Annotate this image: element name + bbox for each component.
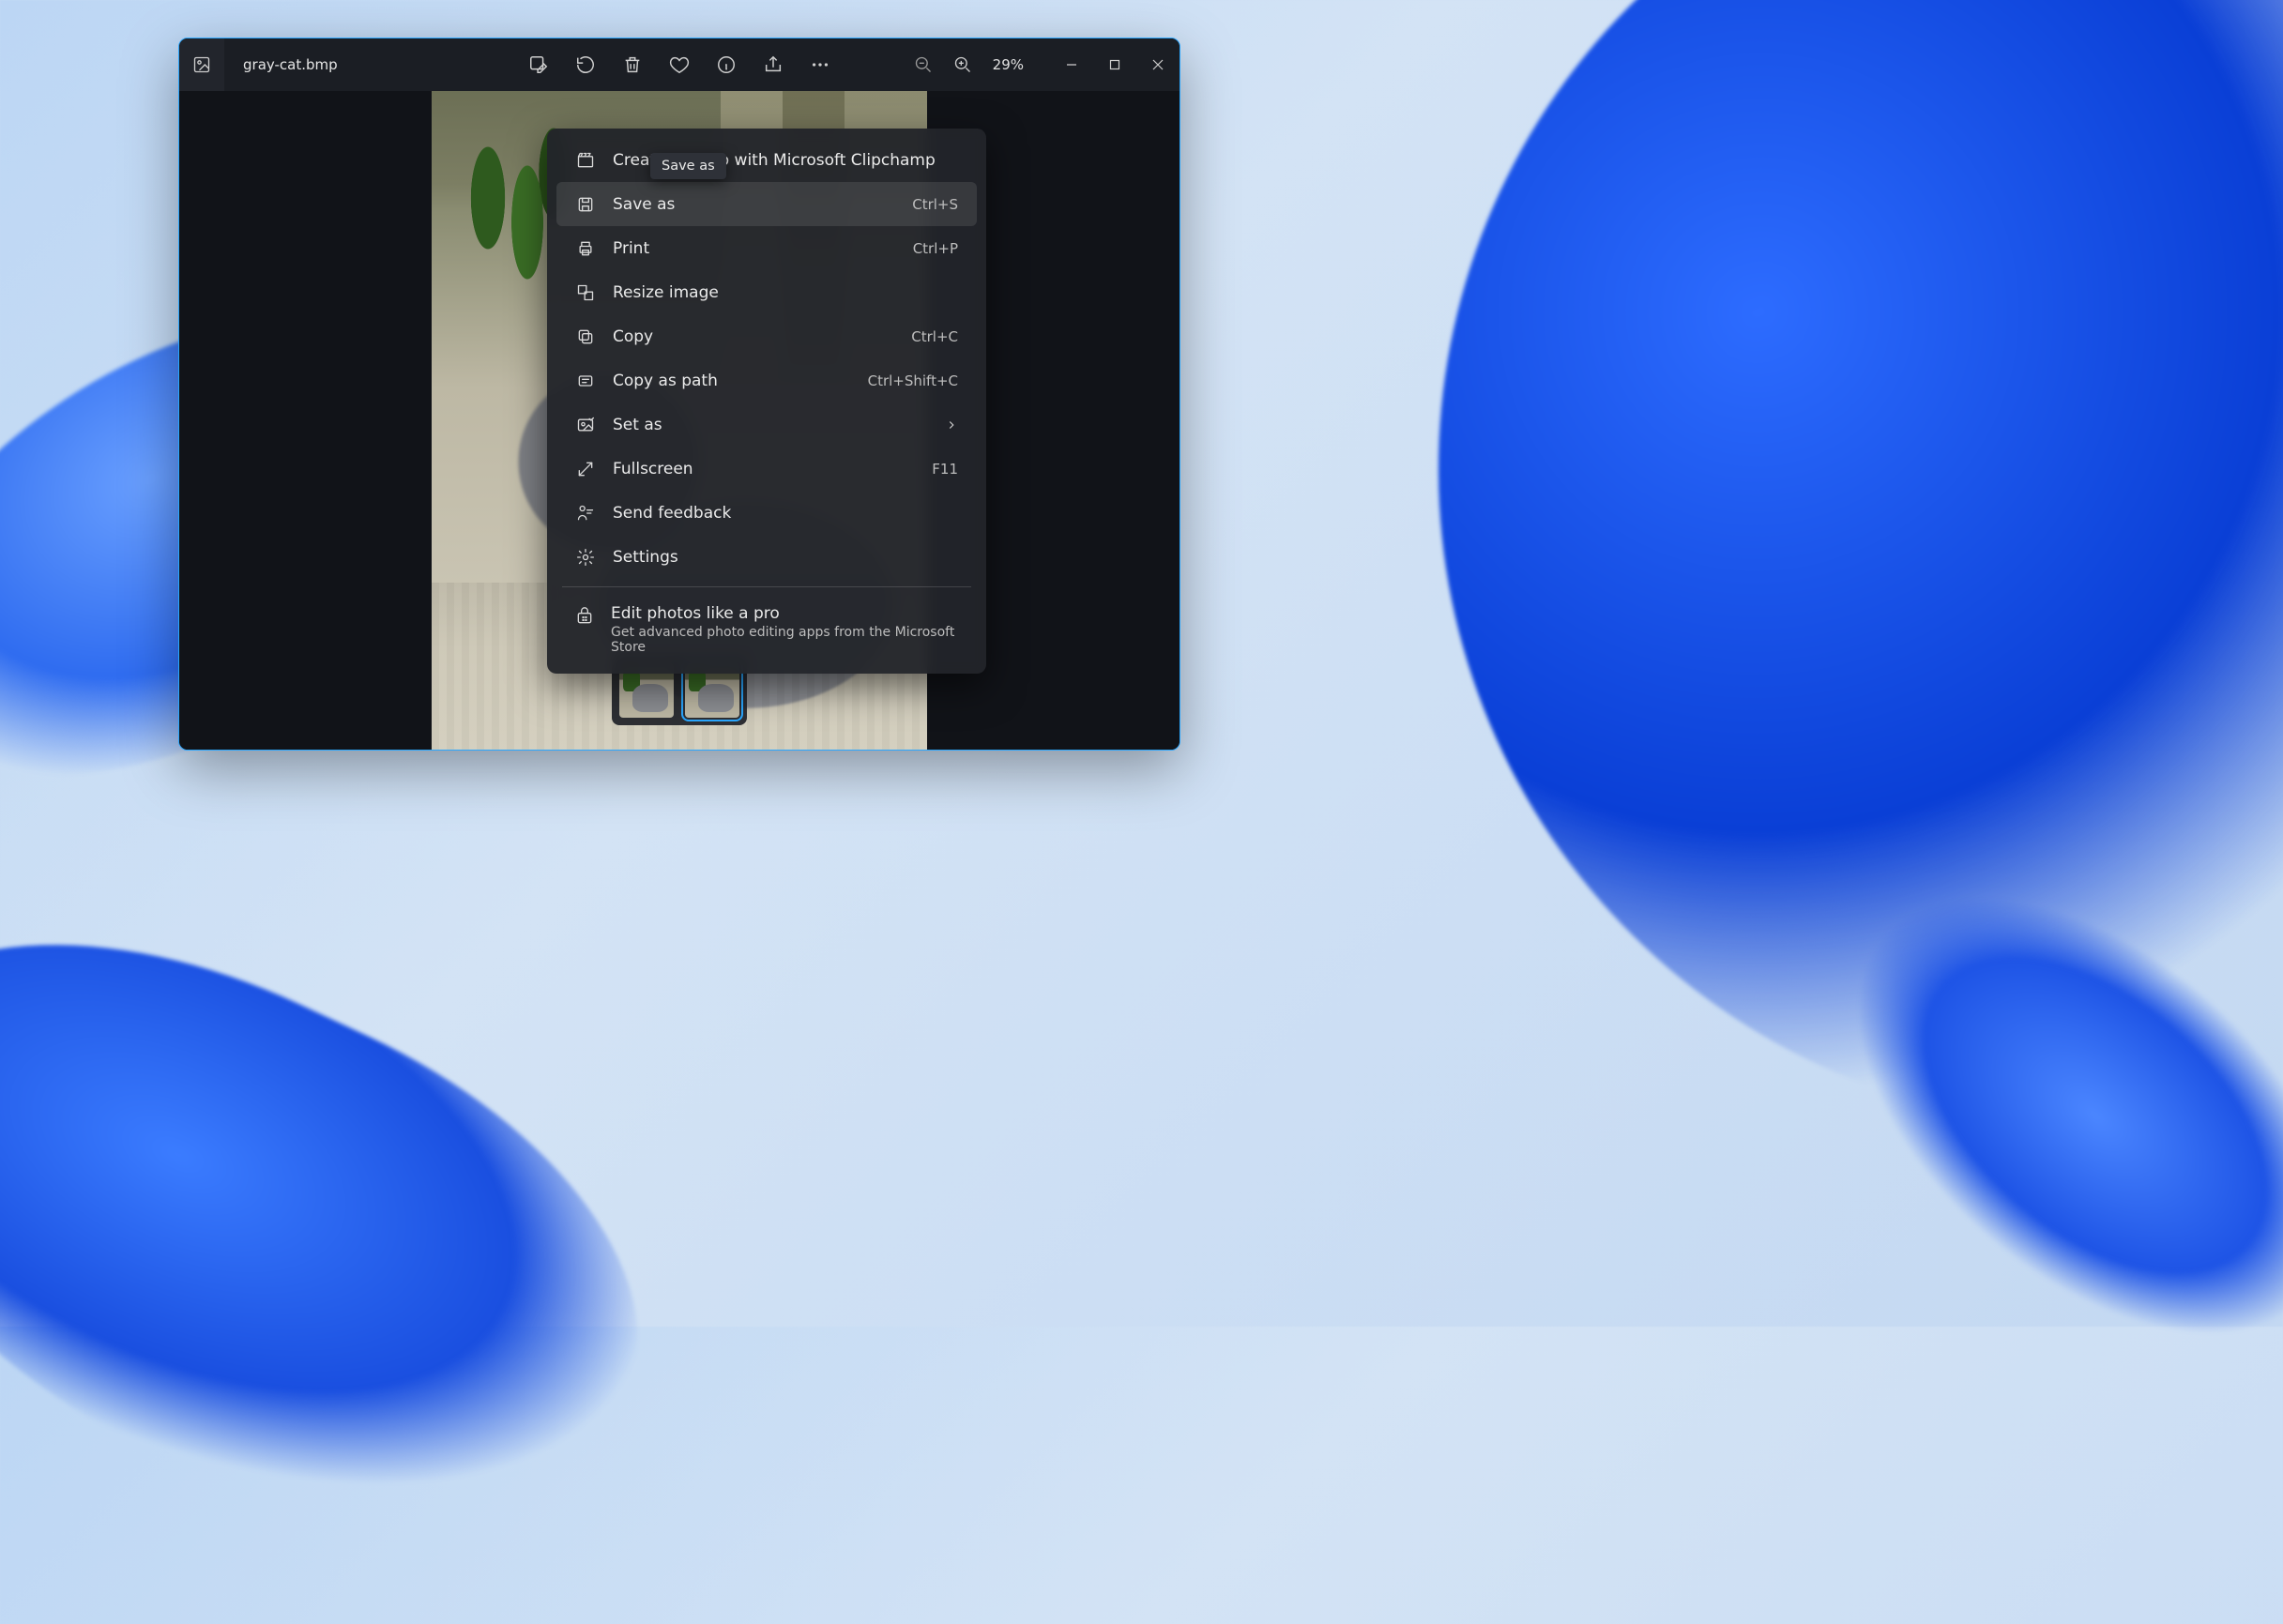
menu-item-copy[interactable]: Copy Ctrl+C (556, 314, 977, 358)
close-button[interactable] (1136, 46, 1180, 83)
copy-icon (575, 327, 596, 346)
minimize-button[interactable] (1050, 46, 1093, 83)
menu-item-shortcut: Ctrl+Shift+C (868, 372, 958, 389)
delete-button[interactable] (619, 52, 646, 78)
menu-item-settings[interactable]: Settings (556, 535, 977, 579)
zoom-controls: 29% (910, 52, 1024, 78)
save-icon (575, 195, 596, 214)
menu-item-label: Settings (613, 548, 941, 567)
menu-item-feedback[interactable]: Send feedback (556, 491, 977, 535)
menu-item-label: Print (613, 239, 896, 258)
chevron-right-icon (945, 418, 958, 432)
menu-item-fullscreen[interactable]: Fullscreen F11 (556, 447, 977, 491)
clapperboard-icon (575, 151, 596, 170)
promo-title: Edit photos like a pro (611, 604, 958, 623)
menu-item-shortcut: Ctrl+C (911, 328, 958, 345)
rotate-icon (575, 54, 596, 75)
toolbar (525, 52, 833, 78)
zoom-in-button[interactable] (950, 52, 976, 78)
info-icon (716, 54, 737, 75)
menu-item-label: Set as (613, 416, 928, 434)
menu-item-edit-pro[interactable]: Edit photos like a pro Get advanced phot… (556, 595, 977, 668)
feedback-icon (575, 504, 596, 523)
favorite-button[interactable] (666, 52, 693, 78)
edit-image-icon (528, 54, 549, 75)
share-button[interactable] (760, 52, 786, 78)
set-as-icon (575, 416, 596, 434)
info-button[interactable] (713, 52, 739, 78)
more-icon (810, 54, 830, 75)
printer-icon (575, 239, 596, 258)
menu-item-saveas[interactable]: Save as Ctrl+S (556, 182, 977, 226)
window-controls (1050, 46, 1180, 83)
menu-item-label: Save as (613, 195, 895, 214)
menu-item-copypath[interactable]: Copy as path Ctrl+Shift+C (556, 358, 977, 402)
menu-item-label: Fullscreen (613, 460, 915, 478)
gear-icon (575, 548, 596, 567)
maximize-button[interactable] (1093, 46, 1136, 83)
copy-path-icon (575, 372, 596, 390)
maximize-icon (1109, 59, 1120, 70)
menu-item-print[interactable]: Print Ctrl+P (556, 226, 977, 270)
promo-subtitle: Get advanced photo editing apps from the… (611, 625, 958, 655)
wallpaper-swirl (0, 842, 716, 1624)
menu-item-resize[interactable]: Resize image (556, 270, 977, 314)
tooltip: Save as (650, 153, 726, 179)
zoom-out-button[interactable] (910, 52, 936, 78)
share-icon (763, 54, 784, 75)
zoom-out-icon (914, 55, 933, 74)
file-name: gray-cat.bmp (243, 56, 338, 73)
menu-item-label: Resize image (613, 283, 941, 302)
store-icon (575, 604, 594, 655)
photos-app-window: gray-cat.bmp (178, 38, 1180, 751)
menu-item-shortcut: Ctrl+P (913, 240, 958, 257)
tooltip-text: Save as (662, 159, 715, 174)
menu-item-clipchamp[interactable]: Create a video with Microsoft Clipchamp (556, 138, 977, 182)
menu-item-label: Copy as path (613, 372, 851, 390)
menu-item-shortcut: F11 (932, 461, 958, 478)
trash-icon (622, 54, 643, 75)
heart-icon (669, 54, 690, 75)
zoom-in-icon (953, 55, 972, 74)
app-icon[interactable] (179, 38, 224, 91)
close-icon (1152, 59, 1164, 70)
menu-item-shortcut: Ctrl+S (912, 196, 958, 213)
edit-image-button[interactable] (525, 52, 552, 78)
more-button[interactable] (807, 52, 833, 78)
minimize-icon (1066, 59, 1077, 70)
titlebar: gray-cat.bmp (179, 38, 1180, 91)
menu-separator (562, 586, 971, 587)
more-context-menu: Create a video with Microsoft Clipchamp … (547, 129, 986, 674)
menu-item-setas[interactable]: Set as (556, 402, 977, 447)
menu-item-label: Send feedback (613, 504, 941, 523)
rotate-button[interactable] (572, 52, 599, 78)
zoom-level[interactable]: 29% (993, 56, 1024, 73)
resize-icon (575, 283, 596, 302)
menu-item-label: Copy (613, 327, 894, 346)
fullscreen-icon (575, 460, 596, 478)
